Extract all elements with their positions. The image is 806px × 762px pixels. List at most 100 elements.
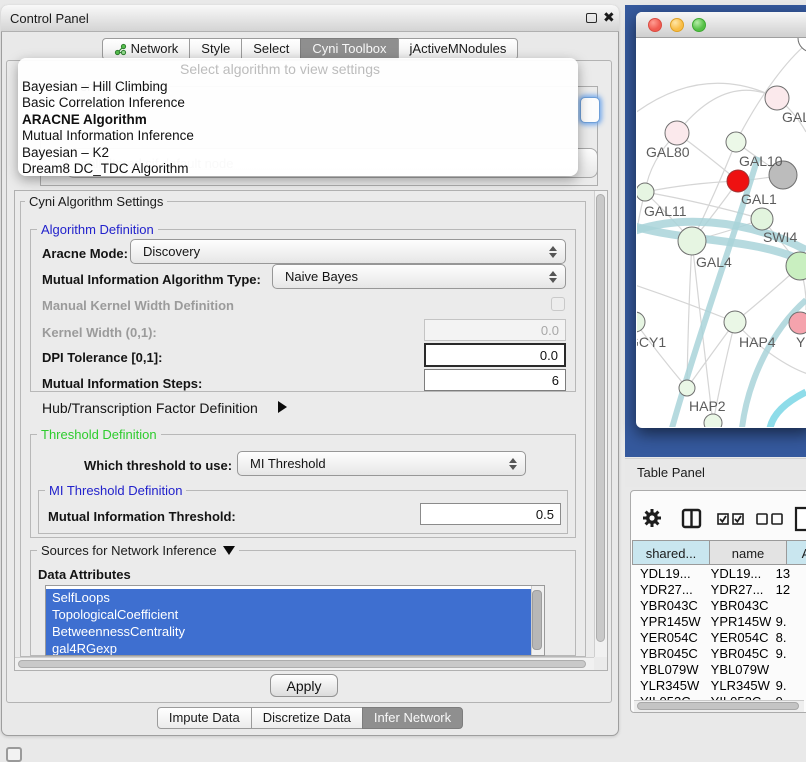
mi-threshold-input[interactable]: 0.5	[420, 503, 561, 525]
table-row[interactable]: YBR043CYBR043C	[633, 598, 806, 614]
network-node[interactable]	[704, 414, 722, 427]
table-row[interactable]: YBL079WYBL079W	[633, 662, 806, 678]
table-header: shared...nameA	[633, 540, 806, 565]
close-traffic-light-icon[interactable]	[648, 18, 662, 32]
network-edge[interactable]	[637, 282, 735, 322]
manual-kernel-label: Manual Kernel Width Definition	[42, 298, 234, 313]
tab-infer-network[interactable]: Infer Network	[362, 707, 463, 729]
network-canvas[interactable]: GALGAL80GAL10GAL1GAL11SWI4GAL4GCY1HAP4YH…	[637, 38, 806, 427]
aracne-mode-combobox[interactable]: Discovery	[130, 239, 566, 264]
algorithm-option-aracne-algorithm[interactable]: ARACNE Algorithm	[22, 112, 552, 128]
which-threshold-combobox[interactable]: MI Threshold	[237, 451, 526, 476]
tab-impute-data[interactable]: Impute Data	[157, 707, 252, 729]
table-row[interactable]: YDL19...YDL19...13	[633, 566, 806, 582]
network-node[interactable]	[724, 311, 746, 333]
zoom-traffic-light-icon[interactable]	[692, 18, 706, 32]
tab-label: Style	[201, 38, 230, 60]
network-node[interactable]	[678, 227, 706, 255]
algorithm-option-bayesian-k2[interactable]: Bayesian – K2	[22, 145, 552, 161]
which-threshold-value: MI Threshold	[250, 456, 326, 471]
table-hscrollbar-thumb[interactable]	[637, 702, 799, 710]
float-window-icon[interactable]	[586, 13, 597, 23]
table-cell	[771, 598, 806, 614]
network-edge[interactable]	[637, 322, 687, 388]
table-cell: YBR045C	[633, 646, 702, 662]
algorithm-combobox-focused-end[interactable]	[580, 97, 600, 123]
table-row[interactable]: YLR345WYLR345W9.	[633, 678, 806, 694]
combo-stepper-icon	[549, 246, 557, 258]
checked-checkbox-icon[interactable]	[733, 514, 743, 524]
cyni-algorithm-settings-title: Cyni Algorithm Settings	[25, 194, 167, 209]
tab-jactivemnodules[interactable]: jActiveMNodules	[398, 38, 519, 60]
control-panel-titlebar[interactable]	[1, 5, 619, 32]
vertical-scrollbar-thumb[interactable]	[596, 194, 605, 642]
manual-kernel-checkbox[interactable]	[551, 297, 565, 311]
node-label-gal11: GAL11	[644, 203, 687, 219]
network-edge[interactable]	[637, 83, 777, 120]
algorithm-definition-title: Algorithm Definition	[37, 222, 158, 237]
network-node[interactable]	[637, 312, 645, 332]
attribute-item-topologicalcoefficient[interactable]: TopologicalCoefficient	[46, 606, 532, 623]
horizontal-scrollbar-thumb[interactable]	[18, 660, 586, 668]
network-node[interactable]	[665, 121, 689, 145]
document-icon[interactable]	[796, 508, 806, 530]
algorithm-dropdown-items: Bayesian – Hill ClimbingBasic Correlatio…	[22, 79, 552, 177]
mi-type-combobox[interactable]: Naive Bayes	[272, 264, 566, 289]
list-scrollbar-thumb[interactable]	[532, 590, 542, 650]
mi-steps-input[interactable]: 6	[424, 369, 566, 391]
attribute-item-selfloops[interactable]: SelfLoops	[46, 589, 532, 606]
network-node[interactable]	[637, 183, 654, 201]
network-node[interactable]	[727, 170, 749, 192]
column-header-a[interactable]: A	[786, 540, 806, 565]
expander-expanded-icon[interactable]	[223, 546, 235, 555]
tab-cyni-toolbox[interactable]: Cyni Toolbox	[300, 38, 398, 60]
tab-select[interactable]: Select	[241, 38, 301, 60]
column-header-name[interactable]: name	[709, 540, 787, 565]
split-columns-icon[interactable]	[683, 510, 700, 527]
apply-button[interactable]: Apply	[270, 674, 338, 697]
hub-definition-label: Hub/Transcription Factor Definition	[42, 400, 258, 416]
table-cell: YER054C	[633, 630, 702, 646]
network-node[interactable]	[789, 312, 806, 334]
network-window-titlebar[interactable]	[636, 12, 806, 38]
table-cell: 13	[771, 566, 806, 582]
table-cell: YLR345W	[702, 678, 771, 694]
tab-network[interactable]: Network	[102, 38, 191, 60]
network-node[interactable]	[765, 86, 789, 110]
network-node[interactable]	[726, 132, 746, 152]
tab-label: jActiveMNodules	[410, 38, 507, 60]
tab-discretize-data[interactable]: Discretize Data	[251, 707, 363, 729]
attribute-item-betweennesscentrality[interactable]: BetweennessCentrality	[46, 623, 532, 640]
table-cell: 9.	[771, 678, 806, 694]
minimize-traffic-light-icon[interactable]	[670, 18, 684, 32]
network-node[interactable]	[751, 208, 773, 230]
column-header-shared[interactable]: shared...	[632, 540, 710, 565]
bottom-tabs: Impute DataDiscretize DataInfer Network	[1, 707, 619, 729]
attribute-item-gal4rgexp[interactable]: gal4RGexp	[46, 640, 532, 656]
algorithm-option-dream8-dc-tdc-algorithm[interactable]: Dream8 DC_TDC Algorithm	[22, 161, 552, 177]
table-row[interactable]: YER054CYER054C8.	[633, 630, 806, 646]
sources-group-title: Sources for Network Inference	[37, 543, 239, 558]
table-row[interactable]: YBR045CYBR045C9.	[633, 646, 806, 662]
data-attributes-list[interactable]: SelfLoopsTopologicalCoefficientBetweenne…	[45, 585, 545, 656]
unchecked-checkbox-icon[interactable]	[772, 514, 782, 524]
network-edge[interactable]	[770, 392, 806, 427]
network-edge[interactable]	[645, 181, 738, 192]
unchecked-checkbox-icon[interactable]	[757, 514, 767, 524]
network-icon	[114, 43, 127, 56]
dpi-tolerance-input[interactable]: 0.0	[424, 343, 566, 367]
kernel-width-input[interactable]: 0.0	[424, 319, 566, 341]
network-node[interactable]	[679, 380, 695, 396]
expander-collapsed-icon[interactable]	[278, 401, 287, 413]
checked-checkbox-icon[interactable]	[718, 514, 728, 524]
table-row[interactable]: YDR27...YDR27...12	[633, 582, 806, 598]
algorithm-option-bayesian-hill-climbing[interactable]: Bayesian – Hill Climbing	[22, 79, 552, 95]
table-row[interactable]: YPR145WYPR145W9.	[633, 614, 806, 630]
tab-style[interactable]: Style	[189, 38, 242, 60]
algorithm-option-mutual-information-inference[interactable]: Mutual Information Inference	[22, 128, 552, 144]
panel-grip-icon[interactable]	[6, 747, 22, 762]
node-label-swi4: SWI4	[763, 229, 797, 245]
algorithm-option-basic-correlation-inference[interactable]: Basic Correlation Inference	[22, 95, 552, 111]
close-icon[interactable]: ✖	[603, 9, 615, 26]
gear-icon[interactable]	[643, 509, 661, 527]
